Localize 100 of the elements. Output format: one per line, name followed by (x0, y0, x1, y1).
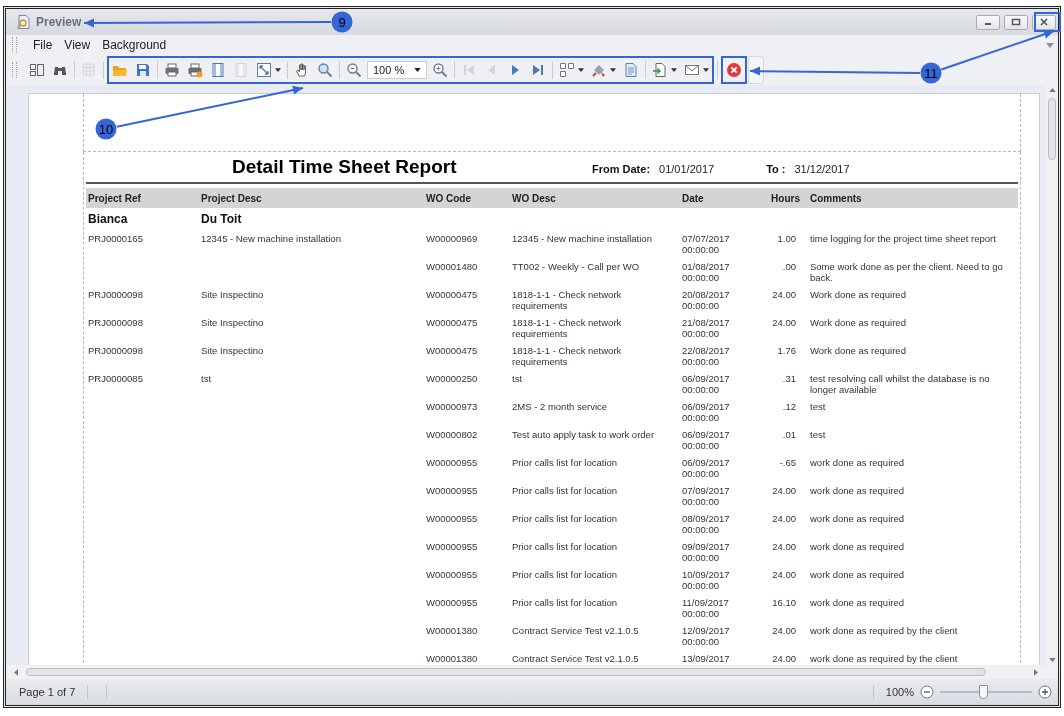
table-cell-text: Site Inspectino (201, 290, 265, 301)
table-cell-text: tst (512, 374, 524, 385)
table-cell-text: W00001380 (426, 626, 479, 637)
table-cell-text: Prior calls list for location (512, 514, 619, 525)
time-text: 00:00:00 (682, 524, 720, 535)
table-cell-text: 16.10 (771, 598, 797, 609)
time-text: 00:00:00 (682, 552, 720, 563)
table-cell-text: Prior calls list for location (512, 486, 619, 497)
window-title: Preview (36, 15, 82, 29)
date-text: 09/09/2017 (682, 542, 731, 553)
time-text: 00:00:00 (682, 272, 720, 283)
table-cell-text: work done as required (809, 598, 905, 609)
table-cell-text: W00000955 (426, 598, 479, 609)
from-date-label: From Date: (592, 163, 651, 175)
zoom-percentage: 100% (885, 686, 914, 698)
table-cell-text: W00000250 (426, 374, 479, 385)
table-cell-text: .12 (781, 402, 797, 413)
report-title: Detail Time Sheet Report (232, 156, 458, 178)
table-cell-text: Prior calls list for location (512, 570, 619, 581)
table-cell-text: 1818-1-1 - Check network requirements (512, 318, 623, 339)
table-cell-text: work done as required (809, 486, 905, 497)
column-header: Project Desc (201, 192, 263, 204)
table-cell-text: TT002 - Weekly - Call per WO (512, 262, 641, 273)
table-cell-text: PRJ0000165 (88, 234, 144, 245)
table-cell-text: Some work done as per the client. Need to go back. (809, 262, 1004, 283)
table-cell-text: PRJ0000085 (88, 374, 144, 385)
table-cell-text: W00001480 (426, 262, 479, 273)
table-cell-text: 12345 - New machine installation (512, 234, 653, 245)
date-text: 06/09/2017 (682, 430, 731, 441)
column-header: Project Ref (88, 192, 142, 204)
table-cell-text: 2MS - 2 month service (512, 402, 609, 413)
table-cell-text: W00000973 (426, 402, 479, 413)
table-cell-text: Work done as required (809, 318, 907, 329)
table-cell-text: .01 (781, 430, 797, 441)
date-text: 12/09/2017 (682, 626, 731, 637)
date-text: 13/09/2017 (682, 654, 731, 665)
to-date-value: 31/12/2017 (794, 163, 850, 175)
table-cell-text: W00000955 (426, 458, 479, 469)
time-text: 00:00:00 (682, 608, 720, 619)
page-counter: Page 1 of 7 (19, 686, 76, 698)
table-cell-text: Work done as required (809, 346, 907, 357)
date-text: 20/08/2017 (682, 290, 731, 301)
from-date-value: 01/01/2017 (659, 163, 715, 175)
column-header: Comments (809, 192, 863, 204)
table-cell-text: Site Inspectino (201, 318, 265, 329)
time-text: 00:00:00 (682, 328, 720, 339)
table-cell-text: work done as required by the client (809, 626, 959, 637)
table-cell-text: work done as required (809, 542, 905, 553)
table-cell-text: -.65 (778, 458, 797, 469)
date-text: 22/08/2017 (682, 346, 731, 357)
table-cell-text: Prior calls list for location (512, 458, 619, 469)
to-date-label: To : (766, 163, 786, 175)
table-cell-text: tst (201, 374, 213, 385)
menu-item[interactable]: Background (96, 38, 173, 52)
table-cell-text: .31 (781, 374, 797, 385)
group-first-name: Bianca (88, 212, 129, 226)
callout-marker: 11 (920, 62, 942, 84)
table-cell-text: 24.00 (771, 486, 797, 497)
time-text: 00:00:00 (682, 244, 720, 255)
date-text: 06/09/2017 (682, 402, 731, 413)
time-text: 00:00:00 (682, 580, 720, 591)
table-cell-text: test (809, 402, 827, 413)
table-cell-text: Work done as required (809, 290, 907, 301)
time-text: 00:00:00 (682, 636, 720, 647)
column-header: Hours (770, 192, 800, 204)
table-cell-text: W00001380 (426, 654, 479, 665)
table-cell-text: test resolving call whilst the database is no longer available (809, 374, 991, 395)
menu-item[interactable]: File (27, 38, 59, 52)
date-text: 21/08/2017 (682, 318, 731, 329)
table-cell-text: 24.00 (771, 290, 797, 301)
table-cell-text: Prior calls list for location (512, 598, 619, 609)
table-cell-text: work done as required (809, 458, 905, 469)
table-cell-text: 24.00 (771, 626, 797, 637)
time-text: 00:00:00 (682, 440, 720, 451)
table-cell-text: test (809, 430, 827, 441)
menu-item[interactable]: View (58, 38, 97, 52)
table-cell-text: work done as required by the client (809, 654, 959, 665)
date-text: 11/09/2017 (682, 598, 730, 609)
zoom-dropdown[interactable]: 100 % (367, 61, 427, 79)
time-text: 00:00:00 (682, 496, 720, 507)
date-text: 07/07/2017 (682, 234, 731, 245)
table-cell-text: work done as required (809, 570, 905, 581)
table-cell-text: .00 (781, 262, 797, 273)
table-cell-text: W00000955 (426, 570, 479, 581)
table-cell-text: W00000955 (426, 514, 479, 525)
table-cell-text: 1818-1-1 - Check network requirements (512, 290, 623, 311)
table-cell-text: 24.00 (771, 542, 797, 553)
table-cell-text: 24.00 (771, 654, 797, 665)
time-text: 00:00:00 (682, 300, 720, 311)
table-cell-text: 24.00 (771, 514, 797, 525)
table-cell-text: Site Inspectino (201, 346, 265, 357)
table-cell-text: W00000475 (426, 290, 479, 301)
table-cell-text: 1.00 (776, 234, 797, 245)
table-cell-text: W00000969 (426, 234, 479, 245)
callout-marker: 10 (95, 118, 117, 140)
table-cell-text: 1818-1-1 - Check network requirements (512, 346, 623, 367)
table-cell-text: PRJ0000098 (88, 290, 144, 301)
callout-marker: 9 (331, 11, 353, 33)
time-text: 00:00:00 (682, 412, 720, 423)
table-cell-text: PRJ0000098 (88, 346, 144, 357)
